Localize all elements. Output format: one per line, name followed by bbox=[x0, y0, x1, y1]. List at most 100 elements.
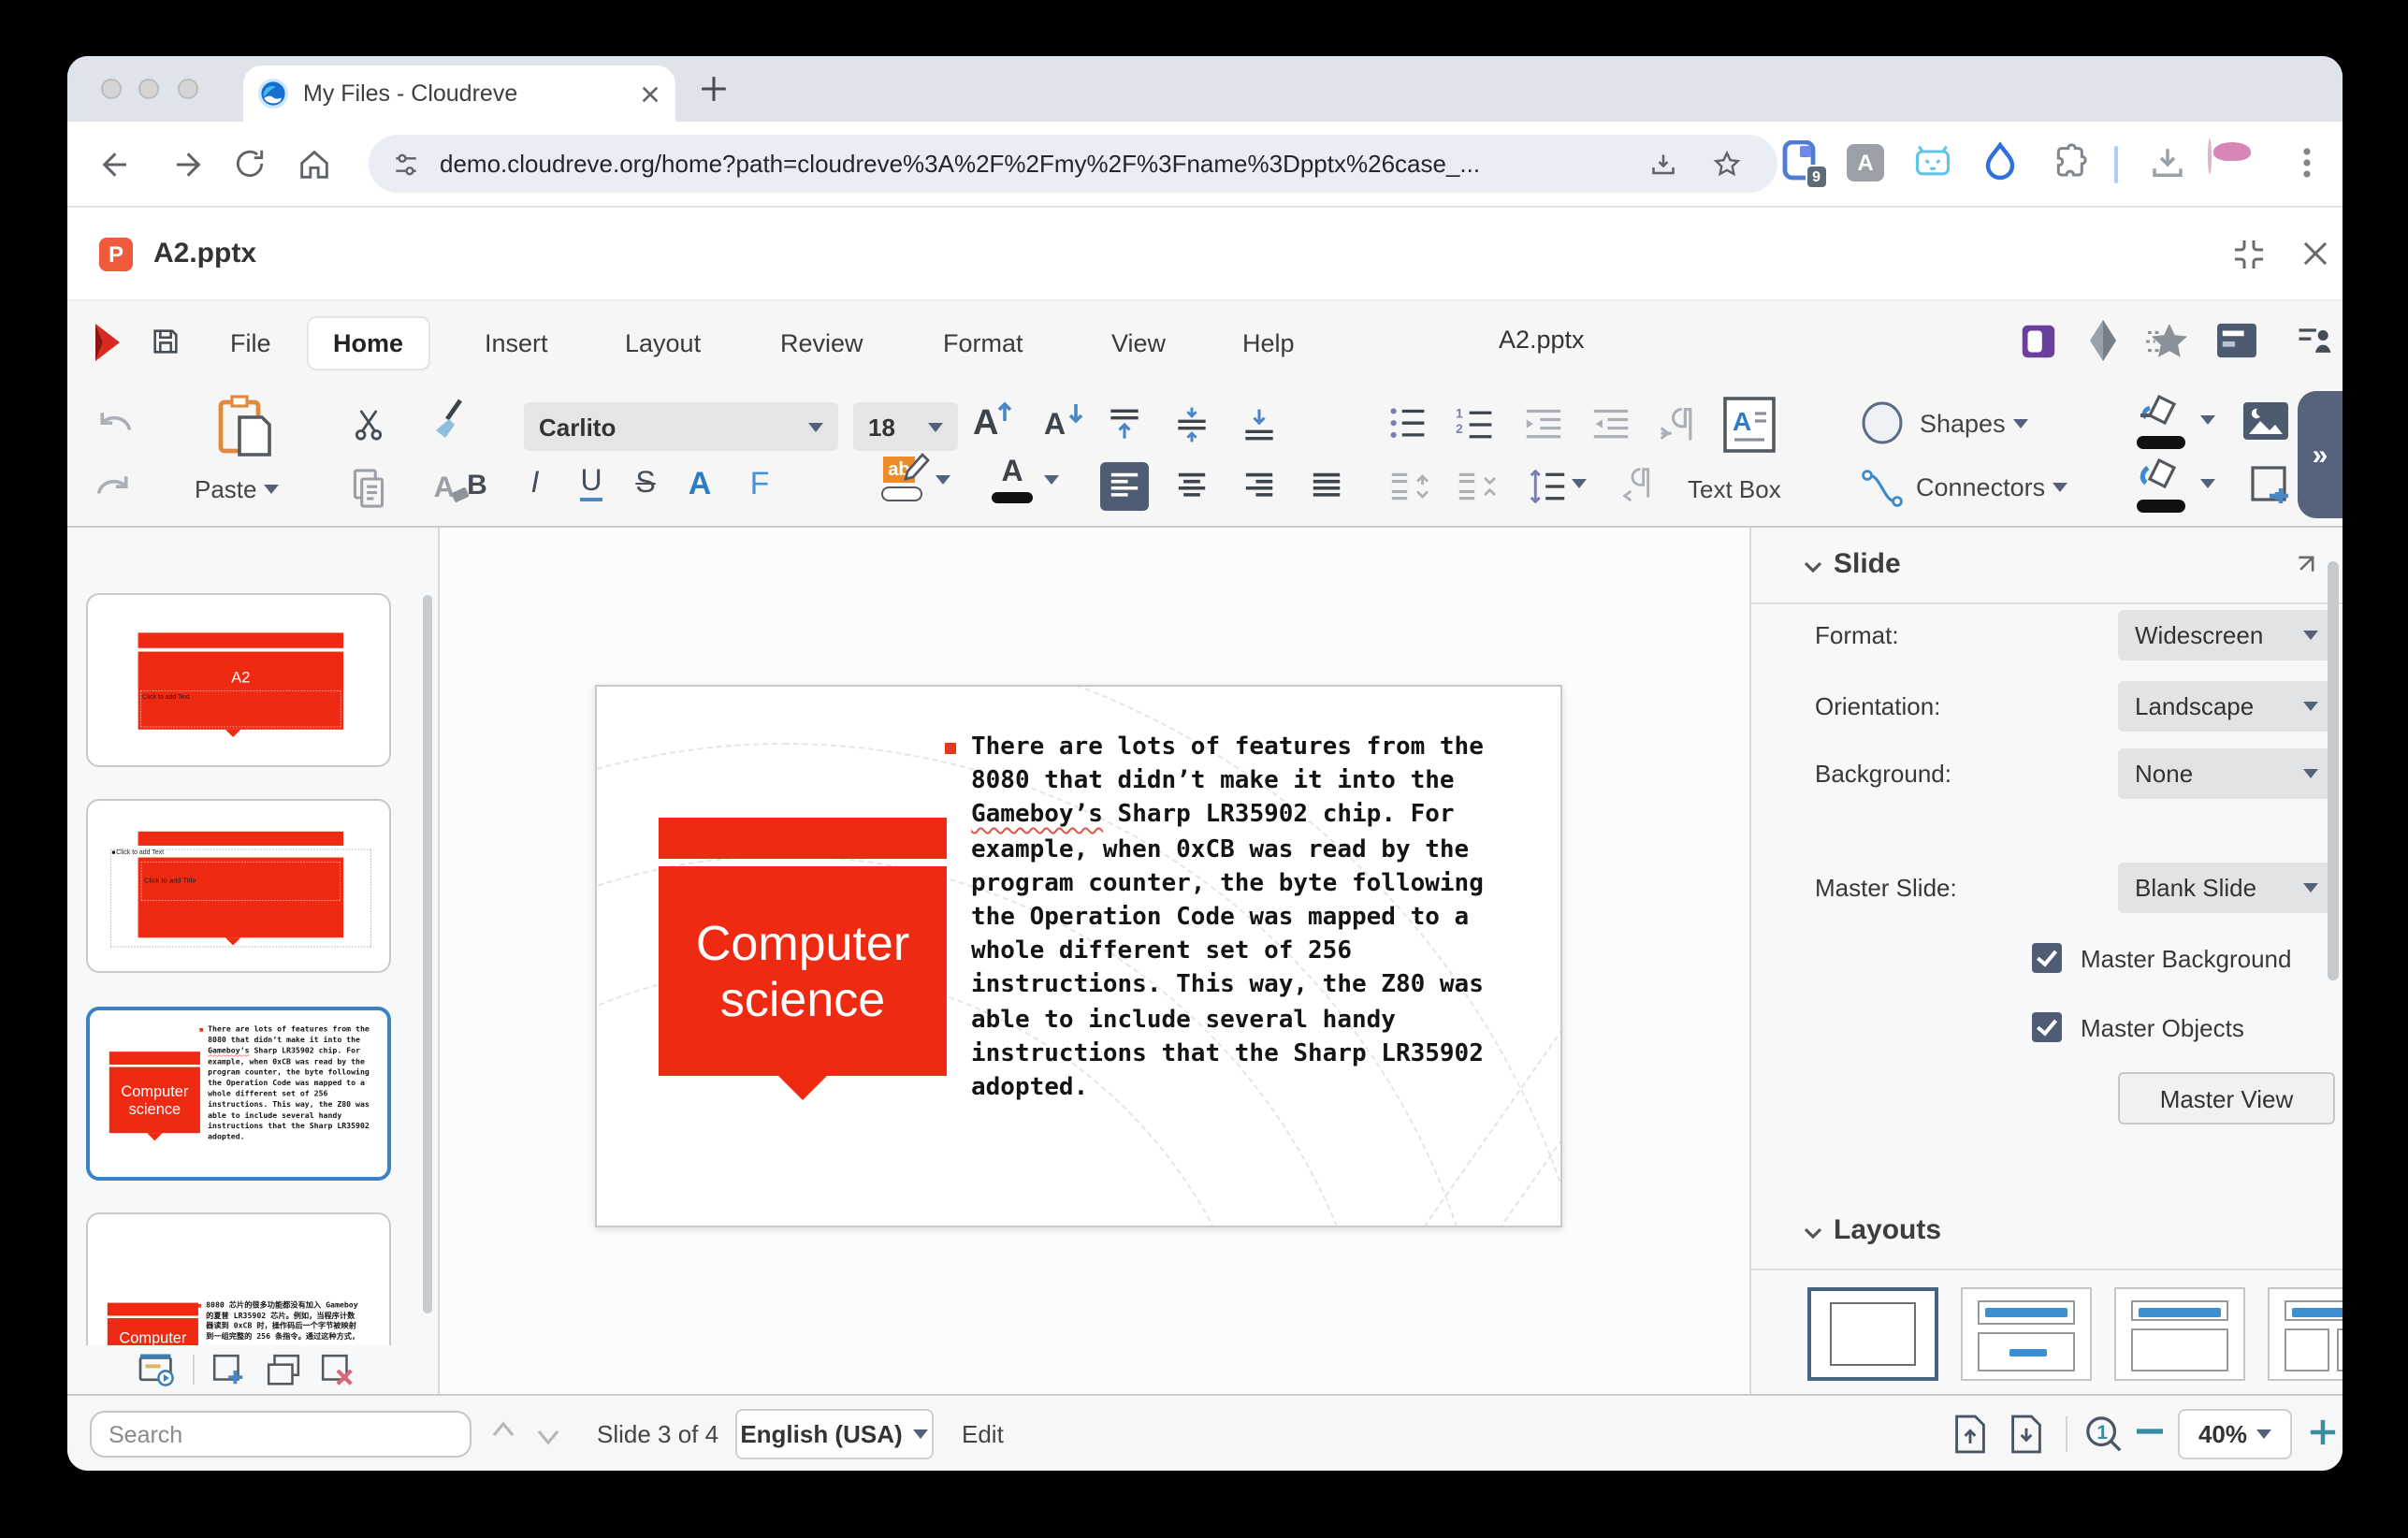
start-slideshow-icon[interactable] bbox=[138, 1353, 176, 1386]
font-color-icon[interactable]: A bbox=[992, 457, 1033, 503]
superscript-a-icon[interactable]: A bbox=[675, 460, 724, 509]
title-shape[interactable]: Computer science bbox=[659, 866, 947, 1076]
a-extension-icon[interactable]: A bbox=[1847, 144, 1884, 181]
slide-canvas[interactable]: Computer science There are lots of featu… bbox=[440, 528, 1749, 1394]
language-button[interactable]: English (USA) bbox=[735, 1409, 934, 1459]
move-paragraph-down-icon[interactable] bbox=[1452, 462, 1501, 511]
feedback-card-icon[interactable] bbox=[2215, 322, 2258, 359]
layouts-section-header[interactable]: Layouts bbox=[1834, 1214, 1941, 1246]
insert-paragraph-icon[interactable] bbox=[1654, 400, 1703, 449]
menu-insert[interactable]: Insert bbox=[460, 318, 573, 369]
forward-icon[interactable] bbox=[172, 146, 210, 183]
extensions-puzzle-icon[interactable] bbox=[2051, 142, 2088, 180]
shapes-button[interactable]: Shapes bbox=[1920, 410, 2028, 438]
favorites-star-icon[interactable] bbox=[2144, 322, 2191, 361]
site-settings-icon[interactable] bbox=[391, 149, 421, 179]
move-paragraph-up-icon[interactable] bbox=[1385, 462, 1433, 511]
bold-icon[interactable]: B bbox=[453, 460, 501, 509]
text-box-icon[interactable]: A bbox=[1721, 395, 1777, 455]
shape-outline-color-icon[interactable] bbox=[2137, 393, 2189, 449]
downloads-icon[interactable] bbox=[2148, 144, 2187, 183]
thumbnails-scrollbar[interactable] bbox=[423, 595, 432, 1313]
menu-help[interactable]: Help bbox=[1218, 318, 1319, 369]
shapes-icon[interactable] bbox=[1860, 400, 1905, 445]
align-center-icon[interactable] bbox=[1168, 462, 1216, 511]
slide-body-text[interactable]: There are lots of features from the 8080… bbox=[971, 732, 1562, 1106]
install-app-icon[interactable] bbox=[1646, 147, 1680, 181]
decrease-font-size-icon[interactable]: A bbox=[1040, 397, 1089, 445]
connectors-icon[interactable] bbox=[1860, 468, 1905, 509]
toolbar-expand-button[interactable]: » bbox=[2298, 391, 2343, 518]
strikeout-icon[interactable]: S bbox=[621, 460, 670, 509]
panel-toggle-icon[interactable] bbox=[2017, 320, 2060, 363]
align-left-icon[interactable] bbox=[1100, 462, 1149, 511]
paste-button[interactable]: Paste bbox=[195, 475, 280, 503]
menu-layout[interactable]: Layout bbox=[601, 318, 725, 369]
password-manager-extension-icon[interactable]: 9 bbox=[1781, 140, 1819, 181]
italic-icon[interactable]: I bbox=[511, 460, 559, 509]
reload-icon[interactable] bbox=[232, 146, 268, 181]
zoom-level-select[interactable]: 40% bbox=[2178, 1409, 2292, 1459]
layout-title-subtitle[interactable] bbox=[1961, 1287, 2092, 1381]
users-settings-icon[interactable] bbox=[2294, 320, 2335, 361]
save-icon[interactable] bbox=[150, 326, 181, 357]
underline-icon[interactable]: U bbox=[567, 460, 616, 509]
menu-review[interactable]: Review bbox=[756, 318, 888, 369]
search-previous-icon[interactable] bbox=[490, 1420, 516, 1439]
mode-label[interactable]: Edit bbox=[962, 1420, 1004, 1448]
search-next-icon[interactable] bbox=[535, 1428, 561, 1446]
text-box-button[interactable]: Text Box bbox=[1688, 475, 1781, 503]
zoom-window-button[interactable] bbox=[178, 79, 198, 99]
font-color-caret[interactable] bbox=[1044, 475, 1059, 485]
copy-style-brush-icon[interactable] bbox=[427, 397, 475, 445]
duplicate-slide-icon[interactable] bbox=[266, 1352, 301, 1387]
title-shape-top-bar[interactable] bbox=[659, 818, 947, 859]
decrease-indent-icon[interactable] bbox=[1519, 400, 1568, 449]
background-select[interactable]: None bbox=[2118, 748, 2335, 799]
zoom-100-icon[interactable]: 1 bbox=[2084, 1415, 2124, 1454]
theme-gem-icon[interactable] bbox=[2084, 318, 2122, 363]
increase-indent-icon[interactable] bbox=[1587, 400, 1635, 449]
styles-f-icon[interactable]: F bbox=[735, 460, 784, 509]
tab-close-icon[interactable] bbox=[640, 83, 660, 104]
add-slide-strip-icon[interactable] bbox=[211, 1352, 247, 1387]
menu-home[interactable]: Home bbox=[309, 318, 428, 369]
close-window-button[interactable] bbox=[101, 79, 122, 99]
panel-scrollbar[interactable] bbox=[2328, 561, 2339, 980]
menu-format[interactable]: Format bbox=[919, 318, 1048, 369]
add-slide-icon[interactable] bbox=[2249, 464, 2294, 509]
water-drop-extension-icon[interactable] bbox=[1983, 142, 2017, 181]
menu-view[interactable]: View bbox=[1087, 318, 1190, 369]
layout-blank[interactable] bbox=[1807, 1287, 1938, 1381]
bullet-list-icon[interactable] bbox=[1385, 400, 1433, 449]
shape-outline-caret[interactable] bbox=[2200, 415, 2215, 425]
font-size-select[interactable]: 18 bbox=[853, 402, 958, 451]
delete-slide-icon[interactable] bbox=[320, 1352, 355, 1387]
valign-top-icon[interactable] bbox=[1100, 400, 1149, 449]
home-icon[interactable] bbox=[296, 146, 333, 183]
valign-bottom-icon[interactable] bbox=[1235, 400, 1284, 449]
slide-3[interactable]: Computer science There are lots of featu… bbox=[595, 685, 1562, 1227]
back-icon[interactable] bbox=[94, 146, 131, 183]
copy-icon[interactable] bbox=[344, 464, 393, 513]
fit-slide-icon[interactable] bbox=[1953, 1415, 1987, 1454]
numbered-list-icon[interactable]: 12 bbox=[1452, 400, 1501, 449]
layout-two-content[interactable] bbox=[2268, 1287, 2343, 1381]
cut-icon[interactable] bbox=[344, 400, 393, 449]
orientation-select[interactable]: Landscape bbox=[2118, 681, 2335, 732]
format-select[interactable]: Widescreen bbox=[2118, 610, 2335, 660]
expand-panel-icon[interactable] bbox=[2290, 556, 2314, 580]
master-slide-select[interactable]: Blank Slide bbox=[2118, 863, 2335, 913]
align-right-icon[interactable] bbox=[1235, 462, 1284, 511]
undo-icon[interactable] bbox=[90, 400, 138, 449]
highlight-caret[interactable] bbox=[936, 475, 950, 485]
profile-avatar[interactable] bbox=[2208, 140, 2212, 174]
zoom-out-icon[interactable] bbox=[2137, 1428, 2163, 1435]
shape-fill-caret[interactable] bbox=[2200, 479, 2215, 488]
redo-icon[interactable] bbox=[90, 464, 138, 513]
paragraph-mark-icon[interactable] bbox=[1613, 462, 1661, 511]
font-name-select[interactable]: Carlito bbox=[524, 402, 838, 451]
collapse-section-icon[interactable] bbox=[1804, 561, 1822, 574]
slide-section-header[interactable]: Slide bbox=[1834, 548, 1901, 580]
fit-width-icon[interactable] bbox=[2009, 1415, 2043, 1454]
